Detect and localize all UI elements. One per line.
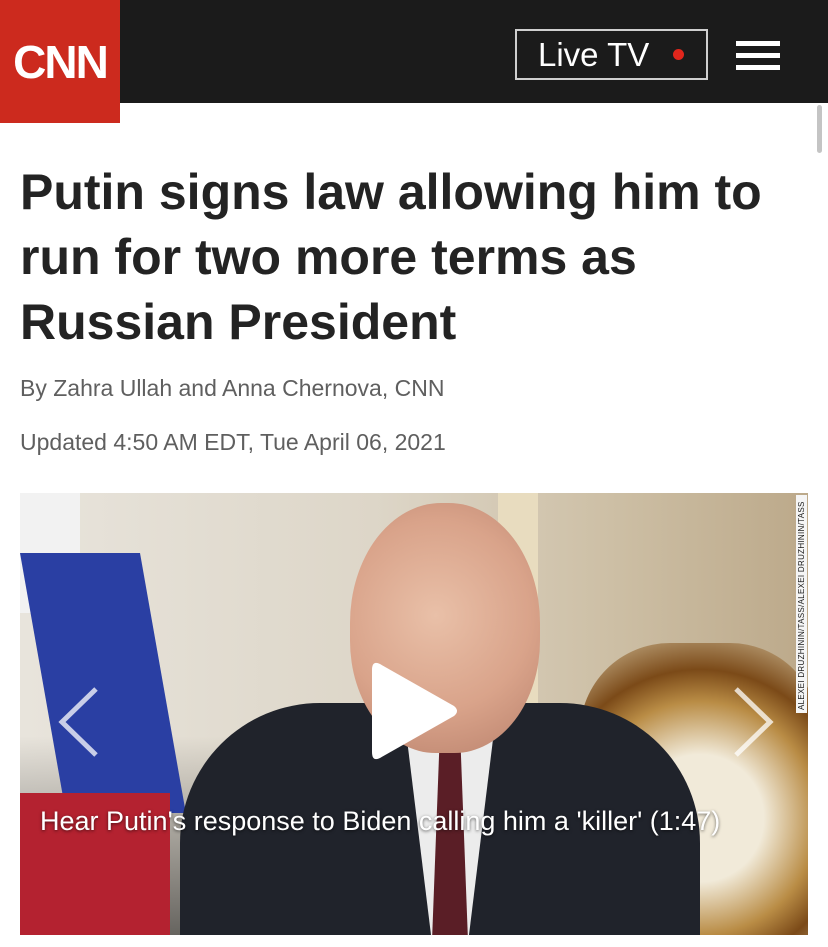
cnn-logo[interactable]: CNN [0, 0, 120, 123]
video-player[interactable]: ALEXEI DRUZHININ/TASS/ALEXEI DRUZHININ/T… [20, 493, 808, 935]
article-timestamp: Updated 4:50 AM EDT, Tue April 06, 2021 [20, 429, 446, 455]
video-caption[interactable]: Hear Putin's response to Biden calling h… [40, 806, 720, 837]
scrollbar[interactable] [817, 105, 822, 153]
live-tv-label: Live TV [538, 35, 650, 73]
logo-text: CNN [13, 35, 109, 88]
photo-credit: ALEXEI DRUZHININ/TASS/ALEXEI DRUZHININ/T… [796, 495, 807, 713]
hamburger-menu-icon[interactable] [736, 41, 780, 71]
flag-image-part [20, 553, 186, 813]
chevron-right-icon[interactable] [730, 685, 776, 759]
play-icon[interactable] [370, 656, 460, 766]
site-header: CNN Live TV [0, 0, 828, 123]
live-tv-button[interactable]: Live TV [515, 29, 708, 80]
live-indicator-icon [673, 49, 685, 60]
chevron-left-icon[interactable] [56, 685, 102, 759]
article-byline: By Zahra Ullah and Anna Chernova, CNN [20, 375, 445, 401]
article-headline: Putin signs law allowing him to run for … [20, 164, 762, 350]
